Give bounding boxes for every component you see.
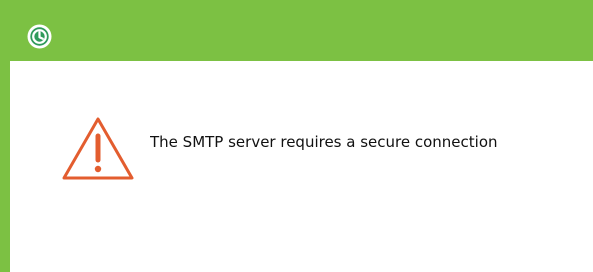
window-left-border — [0, 61, 10, 272]
app-clock-icon — [27, 24, 52, 49]
smtp-error-dialog: The SMTP server requires a secure connec… — [0, 0, 593, 272]
title-bar — [0, 0, 593, 61]
warning-triangle-icon — [62, 117, 134, 180]
error-message: The SMTP server requires a secure connec… — [150, 133, 498, 151]
dialog-content: The SMTP server requires a secure connec… — [10, 61, 593, 272]
